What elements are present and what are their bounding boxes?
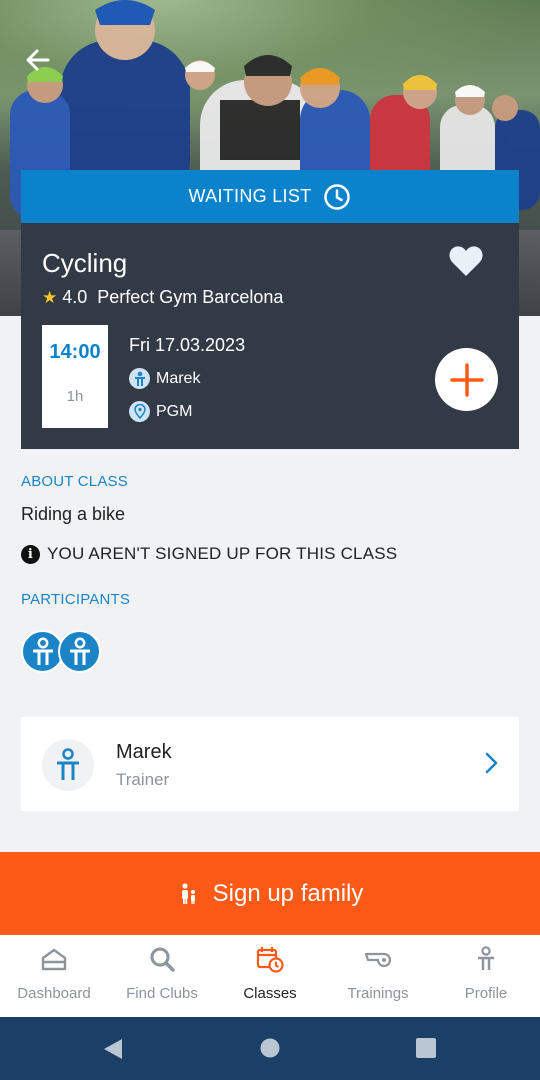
about-class-heading: ABOUT CLASS <box>21 473 128 490</box>
time-box: 14:00 1h <box>42 325 108 428</box>
person-icon <box>69 637 90 665</box>
tab-label: Dashboard <box>17 985 91 1002</box>
club-name: Perfect Gym Barcelona <box>97 287 284 307</box>
person-icon <box>57 748 79 780</box>
location-pin-icon <box>129 401 150 422</box>
waiting-list-banner: WAITING LIST <box>21 170 519 223</box>
person-icon <box>478 946 494 970</box>
rating-value: 4.0 <box>62 287 88 307</box>
info-icon: i <box>21 544 40 564</box>
arrow-left-icon <box>26 49 50 71</box>
status-label: WAITING LIST <box>188 186 312 206</box>
location-name: PGM <box>156 402 193 420</box>
participants-heading: PARTICIPANTS <box>21 591 131 608</box>
class-card: WAITING LIST Cycling ★ 4.0 Perfect Gym B… <box>21 170 519 449</box>
tab-classes[interactable]: Classes <box>216 935 324 1017</box>
signup-notice: i YOU AREN'T SIGNED UP FOR THIS CLASS <box>21 544 397 564</box>
clock-icon <box>324 183 351 210</box>
sign-up-family-button[interactable]: Sign up family <box>0 852 540 935</box>
calendar-clock-icon <box>256 947 284 973</box>
trainer-name: Marek <box>156 369 201 387</box>
system-navigation-bar <box>0 1017 540 1080</box>
trainer-icon <box>129 368 150 389</box>
sign-up-family-label: Sign up family <box>212 879 364 907</box>
search-icon <box>150 947 175 972</box>
add-to-calendar-button[interactable] <box>435 348 498 411</box>
class-date: Fri 17.03.2023 <box>129 335 246 355</box>
back-button[interactable] <box>20 42 56 78</box>
chevron-right-icon <box>485 752 498 774</box>
trainer-card[interactable]: Marek Trainer <box>21 717 519 811</box>
tab-label: Classes <box>243 985 297 1002</box>
class-details-screen: WAITING LIST Cycling ★ 4.0 Perfect Gym B… <box>0 0 540 1080</box>
tab-label: Find Clubs <box>126 985 198 1002</box>
participants-list <box>21 630 101 673</box>
tab-profile[interactable]: Profile <box>432 935 540 1017</box>
whistle-icon <box>364 952 392 968</box>
class-duration: 1h <box>66 388 84 405</box>
about-class-text: Riding a bike <box>21 504 126 524</box>
home-circle-icon[interactable] <box>259 1037 281 1059</box>
tab-find-clubs[interactable]: Find Clubs <box>108 935 216 1017</box>
heart-icon <box>449 246 483 276</box>
recents-square-icon[interactable] <box>415 1037 437 1059</box>
tab-dashboard[interactable]: Dashboard <box>0 935 108 1017</box>
trainer-avatar <box>42 739 94 791</box>
location-row: PGM <box>129 401 192 422</box>
bottom-tab-bar: Dashboard Find Clubs Classes Trainings P… <box>0 935 540 1017</box>
trainer-card-role: Trainer <box>116 770 170 789</box>
tab-label: Trainings <box>347 985 409 1002</box>
back-triangle-icon[interactable] <box>102 1037 124 1061</box>
star-icon: ★ <box>42 287 58 307</box>
trainer-card-name: Marek <box>116 741 172 763</box>
rating-row: ★ 4.0 Perfect Gym Barcelona <box>42 287 283 308</box>
tab-trainings[interactable]: Trainings <box>324 935 432 1017</box>
favorite-button[interactable] <box>448 244 484 278</box>
signup-notice-text: YOU AREN'T SIGNED UP FOR THIS CLASS <box>47 544 398 563</box>
person-icon <box>32 637 53 665</box>
class-title: Cycling <box>42 248 128 278</box>
family-icon <box>181 882 195 904</box>
trainer-row: Marek <box>129 368 200 389</box>
plus-icon <box>449 362 484 397</box>
class-time: 14:00 <box>49 341 101 363</box>
tab-label: Profile <box>464 985 508 1002</box>
participant-avatar[interactable] <box>58 630 101 673</box>
home-icon <box>41 948 67 971</box>
